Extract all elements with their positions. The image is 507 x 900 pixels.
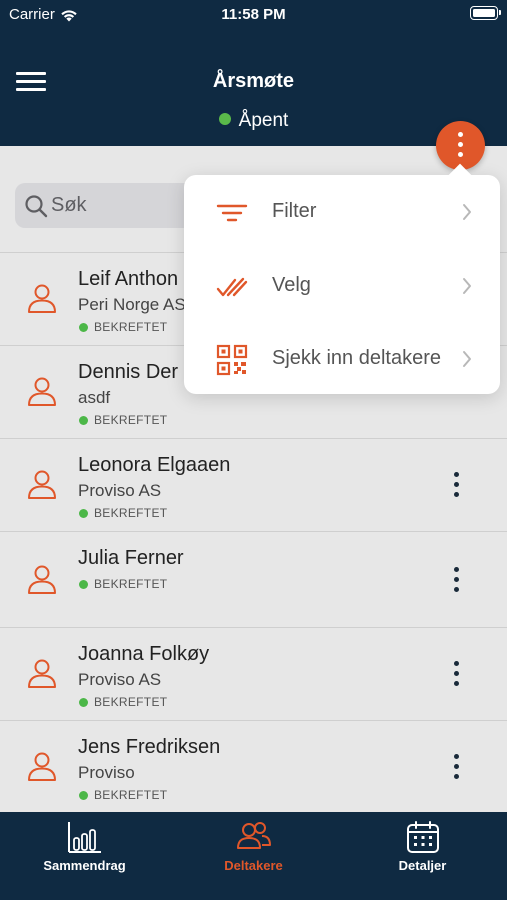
- participant-organization: asdf: [78, 388, 111, 407]
- participant-name: Leonora Elgaaen: [78, 454, 231, 476]
- participant-organization: Proviso AS: [78, 670, 162, 689]
- status-badge-label: BEKREFTET: [94, 788, 168, 802]
- participant-more-button[interactable]: [449, 565, 465, 595]
- participant-name: Julia Ferner: [78, 547, 184, 569]
- bottom-tab-bar: Sammendrag Deltakere Detaljer: [0, 812, 507, 900]
- status-dot-icon: [79, 791, 88, 800]
- status-badge: BEKREFTET: [79, 320, 167, 334]
- double-check-icon: [216, 277, 248, 297]
- participant-name: Jens Fredriksen: [78, 736, 221, 758]
- battery-icon: [470, 6, 501, 20]
- status-dot-icon: [218, 113, 231, 125]
- status-badge-label: BEKREFTET: [94, 320, 168, 334]
- tab-summary[interactable]: Sammendrag: [0, 812, 169, 900]
- app-header: Årsmøte Åpent: [0, 30, 507, 146]
- qr-code-icon: [216, 344, 248, 376]
- tab-label: Detaljer: [398, 858, 447, 873]
- menu-item-label: Velg: [272, 274, 311, 296]
- status-dot-icon: [79, 580, 88, 589]
- participant-organization: Proviso AS: [78, 481, 162, 500]
- status-badge-label: BEKREFTET: [94, 413, 168, 427]
- person-icon: [28, 752, 56, 781]
- person-icon: [28, 377, 56, 406]
- page-title: Årsmøte: [212, 70, 295, 92]
- tab-label: Sammendrag: [43, 858, 126, 873]
- tab-details[interactable]: Detaljer: [338, 812, 507, 900]
- more-options-button[interactable]: [436, 121, 485, 170]
- person-icon: [28, 659, 56, 688]
- participant-row[interactable]: Jens Fredriksen Proviso BEKREFTET: [0, 720, 507, 812]
- menu-item-label: Filter: [272, 200, 317, 222]
- person-icon: [28, 284, 56, 313]
- participant-row[interactable]: Julia Ferner BEKREFTET: [0, 531, 507, 627]
- menu-item-filter[interactable]: Filter: [184, 176, 500, 246]
- participant-row[interactable]: Leonora Elgaaen Proviso AS BEKREFTET: [0, 438, 507, 531]
- person-icon: [28, 470, 56, 499]
- status-dot-icon: [79, 698, 88, 707]
- meeting-status-label: Åpent: [238, 110, 289, 131]
- participant-more-button[interactable]: [449, 752, 465, 782]
- participant-more-button[interactable]: [449, 659, 465, 689]
- participant-organization: Peri Norge AS: [78, 295, 186, 314]
- person-icon: [28, 565, 56, 594]
- menu-item-label: Sjekk inn deltakere: [272, 347, 441, 369]
- menu-item-select[interactable]: Velg: [184, 250, 500, 320]
- status-badge: BEKREFTET: [79, 413, 167, 427]
- calendar-icon: [406, 821, 439, 853]
- menu-item-check-in[interactable]: Sjekk inn deltakere: [184, 323, 500, 393]
- status-badge-label: BEKREFTET: [94, 577, 168, 591]
- participant-row[interactable]: Joanna Folkøy Proviso AS BEKREFTET: [0, 627, 507, 720]
- bar-chart-icon: [67, 822, 101, 853]
- tab-participants[interactable]: Deltakere: [169, 812, 338, 900]
- participant-name: Joanna Folkøy: [78, 643, 210, 665]
- chevron-right-icon: [463, 351, 471, 367]
- people-icon: [236, 822, 271, 849]
- status-badge: BEKREFTET: [79, 695, 167, 709]
- status-badge: BEKREFTET: [79, 577, 167, 591]
- status-bar: Carrier 11:58 PM: [0, 0, 507, 30]
- participant-more-button[interactable]: [449, 470, 465, 500]
- meeting-status: Åpent: [0, 110, 507, 132]
- options-popup-menu: Filter Velg Sjekk inn deltakere: [184, 175, 500, 394]
- tab-label: Deltakere: [224, 858, 283, 873]
- clock: 11:58 PM: [221, 6, 286, 23]
- status-dot-icon: [79, 416, 88, 425]
- status-dot-icon: [79, 323, 88, 332]
- participant-name: Dennis Der: [78, 361, 179, 383]
- status-badge: BEKREFTET: [79, 788, 167, 802]
- status-dot-icon: [79, 509, 88, 518]
- chevron-right-icon: [463, 278, 471, 294]
- status-badge-label: BEKREFTET: [94, 506, 168, 520]
- chevron-right-icon: [463, 204, 471, 220]
- participant-organization: Proviso: [78, 763, 135, 782]
- status-badge-label: BEKREFTET: [94, 695, 168, 709]
- status-badge: BEKREFTET: [79, 506, 167, 520]
- search-icon: [25, 195, 48, 218]
- participant-name: Leif Anthon: [78, 268, 179, 290]
- filter-icon: [216, 204, 248, 222]
